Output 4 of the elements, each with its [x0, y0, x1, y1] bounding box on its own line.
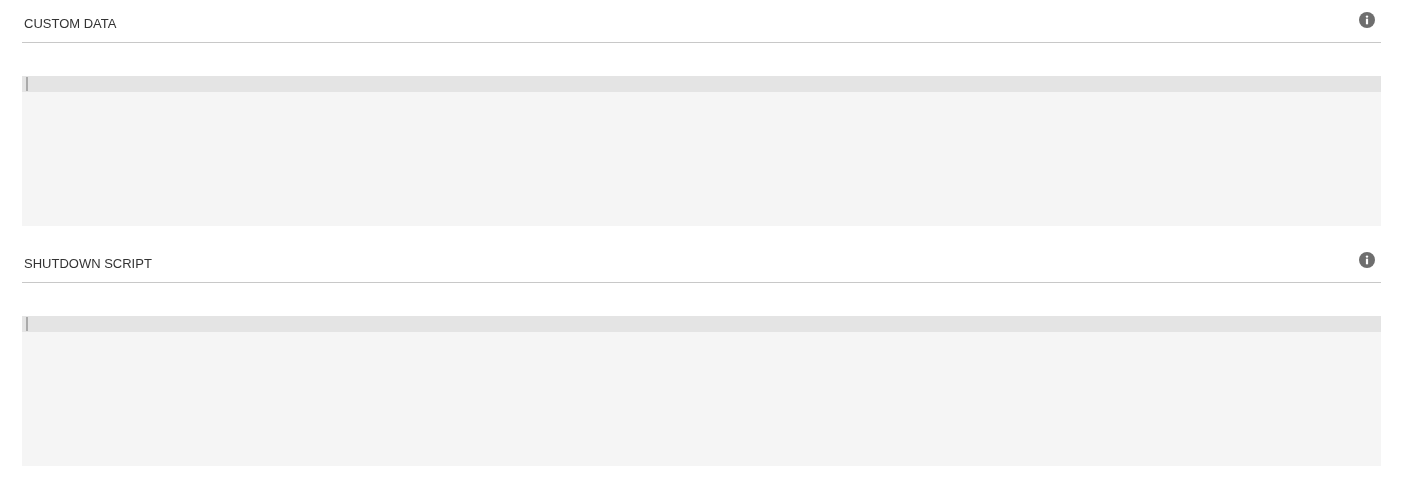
info-icon[interactable] [1359, 252, 1375, 268]
section-title: SHUTDOWN SCRIPT [24, 256, 152, 272]
section-title: CUSTOM DATA [24, 16, 117, 32]
info-icon[interactable] [1359, 12, 1375, 28]
